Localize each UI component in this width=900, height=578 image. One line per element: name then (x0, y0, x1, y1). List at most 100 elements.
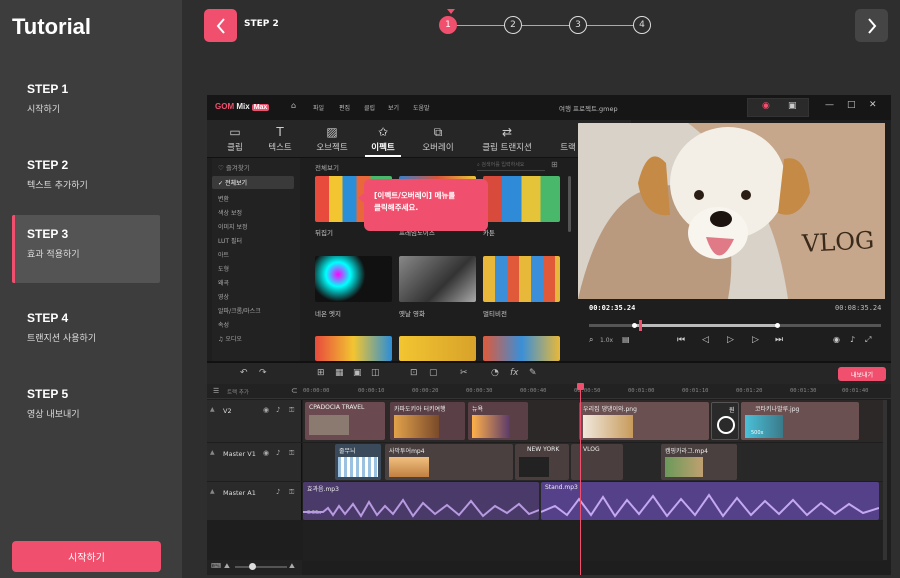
eye-icon[interactable]: ◉ (263, 449, 269, 457)
timeline-clip[interactable]: 코타키나발루.jpg 500x (741, 402, 859, 440)
collapse-icon[interactable]: ▲ (210, 449, 215, 456)
lock-icon[interactable]: ⚿ (289, 449, 294, 458)
timeline-clip[interactable]: 카파도키아 터키여행 (390, 402, 465, 440)
step-item-5[interactable]: STEP 5 영상 내보내기 (12, 375, 160, 443)
zoom-handle[interactable] (249, 563, 256, 570)
lock-icon[interactable]: ⚿ (289, 488, 294, 497)
step-forward-icon[interactable]: ▷ (752, 335, 759, 345)
step-item-3[interactable]: STEP 3 효과 적용하기 (12, 215, 160, 283)
eye-icon[interactable]: ◉ (263, 406, 269, 414)
filter-item[interactable]: 변환 (218, 194, 229, 203)
keyboard-icon[interactable]: ⌨ (211, 562, 221, 570)
trim-end-handle[interactable] (775, 323, 780, 328)
subtitle-icon[interactable]: ▤ (622, 335, 630, 344)
cut-icon[interactable]: ✂ (460, 368, 468, 378)
filter-item[interactable]: 도형 (218, 264, 229, 273)
grid-view-icon[interactable]: ⊞ (551, 160, 558, 169)
split-view-icon[interactable]: ◫ (371, 368, 380, 378)
filter-item-all[interactable]: ✓ 전체보기 (212, 176, 294, 189)
collapse-icon[interactable]: ▲ (210, 406, 215, 413)
save-icon[interactable]: ▣ (788, 101, 797, 111)
menu-help[interactable]: 도움말 (413, 103, 430, 112)
menu-file[interactable]: 파일 (313, 103, 324, 112)
step-item-4[interactable]: STEP 4 트랜지션 사용하기 (12, 299, 160, 367)
speaker-icon[interactable]: ♪ (276, 488, 280, 496)
timeline-clip[interactable]: 캠핑카라그.mp4 (661, 444, 737, 480)
undo-icon[interactable]: ↶ (240, 368, 248, 378)
skip-start-icon[interactable]: ⏮ (677, 335, 685, 345)
track-header-master-a1[interactable]: ▲ Master A1 ♪ ⚿ (207, 482, 302, 520)
list-icon[interactable]: ☰ (213, 387, 219, 395)
collapse-icon[interactable]: ▲ (210, 488, 215, 495)
playhead[interactable] (580, 384, 581, 575)
track-header-v2[interactable]: ▲ V2 ◉ ♪ ⚿ (207, 400, 302, 442)
next-button[interactable] (855, 9, 888, 42)
back-button[interactable] (204, 9, 237, 42)
timeline-ruler[interactable]: ☰ 트랙 추가 ⊂ 00:00:00 00:00:10 00:00:20 00:… (207, 384, 891, 399)
search-input[interactable]: ⌕ 검색어를 입력하세요 (477, 161, 545, 171)
audio-clip[interactable]: Stand.mp3 (541, 482, 879, 520)
effect-thumb[interactable] (315, 336, 392, 361)
menu-edit[interactable]: 편집 (339, 103, 350, 112)
filter-item[interactable]: 알파/크롬/마스크 (218, 306, 261, 315)
mountain-small-icon[interactable]: ⛰ (224, 562, 230, 571)
tab-text[interactable]: T 텍스트 (263, 123, 297, 157)
menu-clip[interactable]: 클립 (364, 103, 375, 112)
timeline-clip[interactable]: CPADOCIA TRAVEL (305, 402, 385, 440)
step-back-icon[interactable]: ◁ (702, 335, 709, 345)
preview-seekbar[interactable] (589, 320, 881, 331)
playback-speed[interactable]: 1.0x (600, 337, 613, 344)
redo-icon[interactable]: ↷ (259, 368, 267, 378)
close-icon[interactable]: ✕ (869, 100, 877, 110)
minimize-icon[interactable]: — (825, 100, 834, 110)
timeline-clip[interactable]: NEW YORK (515, 444, 569, 480)
speaker-icon[interactable]: ♪ (276, 449, 280, 457)
filter-item[interactable]: 색상 보정 (218, 208, 242, 217)
screen-icon[interactable]: ▣ (353, 368, 362, 378)
tab-overlay[interactable]: ⧉ 오버레이 (417, 123, 459, 157)
timeline-clip[interactable]: 줄무늬 (335, 444, 381, 480)
frame-icon[interactable]: ▢ (429, 368, 438, 378)
pen-icon[interactable]: ✎ (529, 368, 537, 378)
magnet-icon[interactable]: ⊂ (291, 386, 298, 395)
effect-thumb[interactable] (483, 176, 560, 222)
home-icon[interactable]: ⌂ (291, 101, 296, 110)
filter-item[interactable]: 아트 (218, 250, 229, 259)
progress-dot-1[interactable]: 1 (439, 9, 457, 34)
filter-item[interactable]: LUT 필터 (218, 236, 242, 245)
filter-item[interactable]: 이미지 보정 (218, 222, 248, 231)
browser-scrollbar[interactable] (568, 176, 571, 232)
maximize-icon[interactable]: □ (847, 100, 856, 110)
timeline-clip[interactable]: VLOG (571, 444, 623, 480)
mountain-large-icon[interactable]: ⛰ (289, 562, 295, 571)
add-track-label[interactable]: 트랙 추가 (227, 388, 249, 396)
timeline-scrollbar[interactable] (883, 400, 887, 560)
lock-icon[interactable]: ⚿ (289, 406, 294, 415)
effect-thumb[interactable] (399, 336, 476, 361)
account-icon[interactable]: ◉ (762, 101, 770, 111)
progress-dot-3[interactable]: 3 (569, 16, 587, 34)
fullscreen-icon[interactable]: ⤢ (865, 335, 871, 345)
filter-item[interactable]: 왜곡 (218, 278, 229, 287)
volume-icon[interactable]: ♪ (850, 335, 855, 344)
effect-thumb[interactable] (315, 256, 392, 302)
filter-item[interactable]: 영상 (218, 292, 229, 301)
track-header-master-v1[interactable]: ▲ Master V1 ◉ ♪ ⚿ (207, 443, 302, 481)
timeline-zoom-slider[interactable] (235, 563, 287, 570)
start-button[interactable]: 시작하기 (12, 541, 161, 572)
tab-clip[interactable]: ▭ 클립 (221, 123, 249, 157)
progress-dot-4[interactable]: 4 (633, 16, 651, 34)
trim-start-handle[interactable] (632, 323, 637, 328)
step-item-1[interactable]: STEP 1 시작하기 (12, 70, 160, 138)
timeline-clip[interactable]: 뉴욕 (468, 402, 528, 440)
snapshot-icon[interactable]: ◉ (833, 335, 840, 344)
add-media-icon[interactable]: ⊞ (317, 368, 325, 378)
effect-thumb[interactable] (483, 256, 560, 302)
effect-thumb[interactable] (483, 336, 560, 361)
progress-dot-2[interactable]: 2 (504, 16, 522, 34)
filter-item[interactable]: 속성 (218, 320, 229, 329)
zoom-icon[interactable]: ⌕ (589, 335, 593, 345)
menu-view[interactable]: 보기 (388, 103, 399, 112)
grid-icon[interactable]: ▦ (335, 368, 344, 378)
favorite-filter[interactable]: ♡ 즐겨찾기 (218, 162, 250, 172)
